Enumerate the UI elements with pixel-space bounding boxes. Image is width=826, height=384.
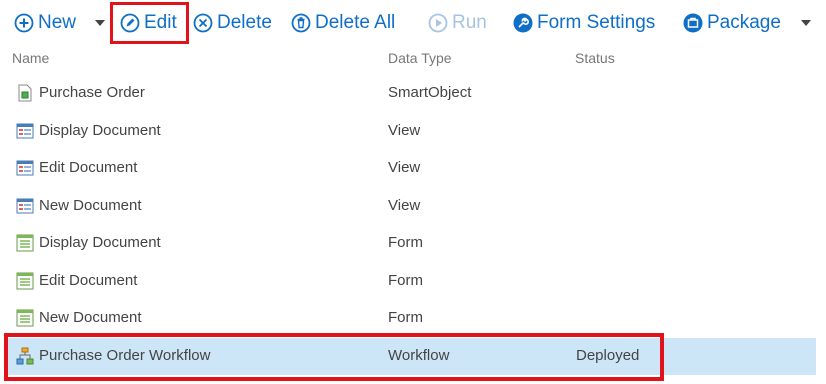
row-data-type: View bbox=[388, 159, 421, 176]
wrench-circle-icon bbox=[513, 13, 533, 33]
row-data-type: View bbox=[388, 122, 421, 139]
table-row[interactable]: Edit Document View bbox=[4, 150, 816, 187]
new-dropdown-toggle[interactable] bbox=[92, 13, 108, 33]
column-header-status[interactable]: Status bbox=[575, 50, 615, 66]
table-row[interactable]: Display Document View bbox=[4, 113, 816, 150]
caret-down-icon bbox=[801, 20, 811, 26]
column-header-name[interactable]: Name bbox=[12, 50, 49, 66]
play-circle-icon bbox=[428, 13, 448, 33]
view-icon bbox=[16, 197, 34, 215]
caret-down-icon bbox=[95, 20, 105, 26]
view-icon bbox=[16, 122, 34, 140]
x-circle-icon bbox=[193, 13, 213, 33]
table-row[interactable]: Edit Document Form bbox=[4, 263, 816, 300]
delete-button-label: Delete bbox=[217, 12, 272, 33]
package-icon bbox=[683, 13, 703, 33]
table-row[interactable]: New Document Form bbox=[4, 300, 816, 337]
delete-all-button[interactable]: Delete All bbox=[291, 9, 395, 37]
column-header-data-type[interactable]: Data Type bbox=[388, 50, 452, 66]
toolbar: New Edit Delete Delete All Run Form Sett… bbox=[0, 0, 826, 46]
plus-circle-icon bbox=[14, 13, 34, 33]
table-row[interactable]: New Document View bbox=[4, 188, 816, 225]
delete-button[interactable]: Delete bbox=[193, 9, 272, 37]
pencil-circle-icon bbox=[120, 13, 140, 33]
smartobject-icon bbox=[16, 84, 34, 102]
row-name: Edit Document bbox=[39, 159, 138, 176]
view-icon bbox=[16, 159, 34, 177]
package-button[interactable]: Package bbox=[683, 9, 781, 37]
row-data-type: Form bbox=[388, 309, 423, 326]
row-data-type: SmartObject bbox=[388, 84, 472, 101]
table-row-selected[interactable]: Purchase Order Workflow Workflow Deploye… bbox=[4, 338, 816, 375]
row-status: Deployed bbox=[576, 347, 640, 364]
row-name: New Document bbox=[39, 309, 142, 326]
new-button[interactable]: New bbox=[14, 9, 76, 37]
row-name: Display Document bbox=[39, 234, 161, 251]
form-icon bbox=[16, 309, 34, 327]
workflow-icon bbox=[16, 347, 34, 365]
edit-button[interactable]: Edit bbox=[120, 9, 177, 37]
edit-button-label: Edit bbox=[144, 12, 177, 33]
row-name: Purchase Order bbox=[39, 84, 145, 101]
form-settings-button-label: Form Settings bbox=[537, 12, 656, 33]
run-button[interactable]: Run bbox=[428, 9, 487, 37]
form-icon bbox=[16, 272, 34, 290]
row-data-type: View bbox=[388, 197, 421, 214]
row-name: Edit Document bbox=[39, 272, 138, 289]
package-dropdown-toggle[interactable] bbox=[798, 13, 814, 33]
delete-all-button-label: Delete All bbox=[315, 12, 396, 33]
row-data-type: Workflow bbox=[388, 347, 450, 364]
row-name: New Document bbox=[39, 197, 142, 214]
new-button-label: New bbox=[38, 12, 77, 33]
trash-circle-icon bbox=[291, 13, 311, 33]
row-data-type: Form bbox=[388, 272, 423, 289]
row-name: Display Document bbox=[39, 122, 161, 139]
run-button-label: Run bbox=[452, 12, 487, 33]
row-data-type: Form bbox=[388, 234, 423, 251]
table-row[interactable]: Display Document Form bbox=[4, 225, 816, 262]
table-row[interactable]: Purchase Order SmartObject bbox=[4, 75, 816, 112]
form-settings-button[interactable]: Form Settings bbox=[513, 9, 655, 37]
package-button-label: Package bbox=[707, 12, 781, 33]
row-name: Purchase Order Workflow bbox=[39, 347, 211, 364]
form-icon bbox=[16, 234, 34, 252]
